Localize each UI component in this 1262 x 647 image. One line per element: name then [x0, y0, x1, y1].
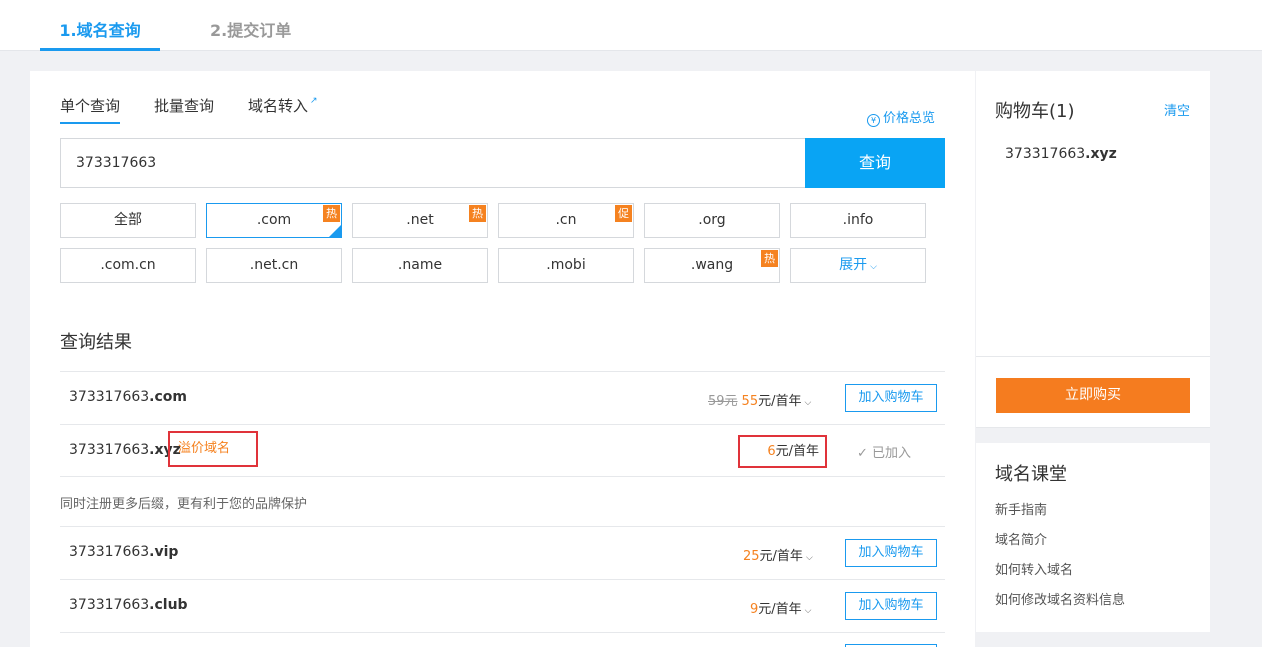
- price-info[interactable]: 9元/首年 ⌵: [750, 598, 812, 617]
- clear-cart-link[interactable]: 清空: [1164, 100, 1190, 119]
- price-icon: ¥: [866, 114, 880, 127]
- buy-area: 立即购买: [976, 357, 1210, 428]
- tab-transfer-label: 域名转入: [248, 97, 309, 115]
- suffix-all[interactable]: 全部: [60, 203, 196, 238]
- suffix-label: .com: [256, 212, 292, 228]
- hot-tag: 热: [469, 205, 486, 222]
- domain-search-input[interactable]: 373317663: [60, 138, 806, 188]
- suffix-info[interactable]: .info: [790, 203, 926, 238]
- cart-item: 373317663.xyz: [1005, 146, 1117, 162]
- steps-bar: 1.域名查询 2.提交订单: [0, 0, 1262, 51]
- add-to-cart-button[interactable]: 加入购物车: [845, 539, 937, 567]
- tab-single-query[interactable]: 单个查询: [60, 95, 121, 124]
- old-price: 59元: [708, 394, 738, 409]
- price-overview-link[interactable]: ¥ 价格总览: [866, 107, 935, 127]
- suffix-net[interactable]: .net 热: [352, 203, 488, 238]
- price-value: 55: [741, 394, 759, 409]
- hot-tag: 热: [323, 205, 340, 222]
- tab-domain-transfer[interactable]: 域名转入 ↗: [248, 95, 318, 116]
- cart-title: 购物车(1): [995, 101, 1075, 122]
- suffix-label: .info: [842, 212, 874, 228]
- external-link-icon: ↗: [310, 96, 318, 106]
- query-panel: 单个查询 批量查询 域名转入 ↗ ¥ 价格总览 373317663 查询 全部 .c…: [30, 71, 975, 647]
- result-row: 373317663.club 9元/首年 ⌵ 加入购物车: [60, 579, 945, 632]
- result-row: [60, 632, 945, 647]
- suffix-label: .com.cn: [100, 257, 156, 273]
- suggestion-hint: 同时注册更多后缀，更有利于您的品牌保护: [60, 497, 308, 512]
- price-unit: 元/首年: [775, 444, 819, 459]
- suffix-label: 全部: [114, 212, 142, 228]
- step-domain-query[interactable]: 1.域名查询: [40, 0, 160, 51]
- selected-check-icon: [329, 225, 341, 237]
- add-to-cart-button[interactable]: 加入购物车: [845, 384, 937, 412]
- sidebar: 购物车(1) 清空 373317663.xyz 立即购买: [976, 71, 1210, 428]
- added-status: ✓ 已加入: [857, 446, 912, 461]
- suffix-label: .net: [406, 212, 434, 228]
- premium-domain-badge: 溢价域名: [168, 431, 258, 467]
- result-row: 373317663.vip 25元/首年 ⌵ 加入购物车: [60, 526, 945, 579]
- hot-tag: 热: [761, 250, 778, 267]
- suffix-cn[interactable]: .cn 促: [498, 203, 634, 238]
- price-value: 25: [743, 549, 760, 564]
- suffix-com-cn[interactable]: .com.cn: [60, 248, 196, 283]
- edu-link-transfer-domain[interactable]: 如何转入域名: [995, 559, 1073, 578]
- search-button[interactable]: 查询: [805, 138, 945, 188]
- shopping-cart: 购物车(1) 清空 373317663.xyz: [976, 71, 1210, 357]
- check-icon: ✓: [857, 446, 873, 461]
- result-row: 373317663.com 59元 55元/首年 ⌵ 加入购物车: [60, 371, 945, 424]
- promo-tag: 促: [615, 205, 632, 222]
- suffix-label: .net.cn: [249, 257, 299, 273]
- price-value: 6: [767, 444, 776, 459]
- suffix-label: .cn: [555, 212, 577, 228]
- result-row: 373317663.xyz 溢价域名 6元/首年 ✓ 已加入: [60, 424, 945, 476]
- buy-now-button[interactable]: 立即购买: [996, 378, 1190, 413]
- domain-name: 373317663.com: [69, 389, 187, 405]
- price-unit: 元/首年: [759, 549, 803, 564]
- expand-suffixes-button[interactable]: 展开 ⌵: [790, 248, 926, 283]
- suffix-label: .name: [397, 257, 443, 273]
- divider: [60, 476, 945, 477]
- suffix-label: .org: [698, 212, 726, 228]
- edu-link-beginner-guide[interactable]: 新手指南: [995, 499, 1047, 518]
- chevron-down-icon: ⌵: [870, 262, 877, 272]
- suffix-name[interactable]: .name: [352, 248, 488, 283]
- price-overview-label: 价格总览: [882, 111, 935, 126]
- tab-batch-query[interactable]: 批量查询: [154, 95, 214, 116]
- chevron-down-icon: ⌵: [804, 606, 812, 616]
- price-info[interactable]: 25元/首年 ⌵: [743, 545, 813, 564]
- domain-classroom: 域名课堂 新手指南 域名简介 如何转入域名 如何修改域名资料信息: [976, 443, 1210, 632]
- domain-name: 373317663.vip: [69, 544, 179, 560]
- edu-link-modify-info[interactable]: 如何修改域名资料信息: [995, 589, 1125, 608]
- suffix-label: .wang: [690, 257, 734, 273]
- chevron-down-icon: ⌵: [804, 398, 812, 408]
- price-unit: 元/首年: [758, 394, 802, 409]
- suffix-org[interactable]: .org: [644, 203, 780, 238]
- suffix-mobi[interactable]: .mobi: [498, 248, 634, 283]
- price-info[interactable]: 59元 55元/首年 ⌵: [708, 390, 811, 409]
- expand-label: 展开: [839, 257, 868, 273]
- edu-link-domain-intro[interactable]: 域名简介: [995, 529, 1047, 548]
- add-to-cart-button[interactable]: 加入购物车: [845, 592, 937, 620]
- chevron-down-icon: ⌵: [805, 553, 813, 563]
- price-unit: 元/首年: [758, 602, 802, 617]
- price-info: 6元/首年: [738, 435, 827, 468]
- suffix-wang[interactable]: .wang 热: [644, 248, 780, 283]
- classroom-title: 域名课堂: [995, 464, 1067, 485]
- suffix-com[interactable]: .com 热: [206, 203, 342, 238]
- domain-name: 373317663.xyz: [69, 442, 181, 458]
- step-submit-order[interactable]: 2.提交订单: [210, 0, 291, 51]
- results-title: 查询结果: [60, 332, 132, 353]
- domain-name: 373317663.club: [69, 597, 188, 613]
- suffix-label: .mobi: [546, 257, 586, 273]
- suffix-net-cn[interactable]: .net.cn: [206, 248, 342, 283]
